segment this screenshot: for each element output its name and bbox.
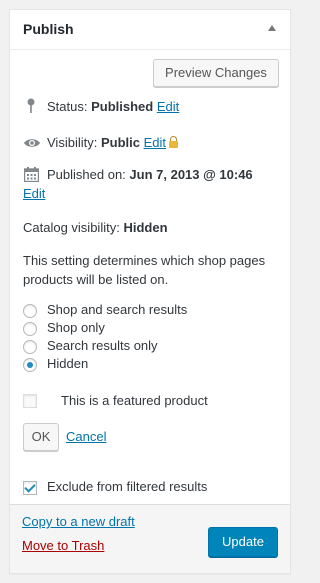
radio-option-label[interactable]: Hidden: [47, 356, 88, 371]
publish-header[interactable]: Publish: [10, 10, 290, 50]
radio-option-label[interactable]: Search results only: [47, 338, 158, 353]
radio-option-label[interactable]: Shop only: [47, 320, 105, 335]
radio-button[interactable]: [23, 304, 37, 318]
eye-icon: [24, 139, 40, 147]
radio-button[interactable]: [23, 340, 37, 354]
collapse-arrow-icon[interactable]: [268, 25, 276, 31]
published-row: Published on: Jun 7, 2013 @ 10:46: [47, 167, 253, 182]
update-button[interactable]: Update: [208, 527, 278, 557]
status-label: Status:: [47, 99, 88, 114]
cancel-link[interactable]: Cancel: [66, 429, 106, 444]
publish-box: Publish Preview Changes Status: Publishe…: [9, 9, 291, 574]
radio-button[interactable]: [23, 322, 37, 336]
published-value: Jun 7, 2013 @ 10:46: [129, 167, 253, 182]
status-edit-link[interactable]: Edit: [157, 99, 179, 114]
ok-button[interactable]: OK: [23, 423, 59, 451]
exclude-filtered-label: Exclude from filtered results: [47, 479, 208, 494]
move-to-trash-link[interactable]: Move to Trash: [22, 538, 104, 553]
visibility-label: Visibility:: [47, 135, 98, 150]
lock-icon: [169, 136, 179, 148]
catalog-description: This setting determines which shop pages…: [23, 253, 266, 287]
status-row: Status: Published Edit: [47, 99, 179, 114]
publish-title: Publish: [23, 21, 74, 37]
pin-icon: [27, 98, 35, 113]
calendar-icon: [24, 167, 39, 182]
catalog-visibility-label: Catalog visibility:: [23, 220, 120, 235]
featured-label: This is a featured product: [61, 393, 208, 408]
radio-option-label[interactable]: Shop and search results: [47, 302, 187, 317]
catalog-visibility-value: Hidden: [123, 220, 168, 235]
copy-draft-link[interactable]: Copy to a new draft: [22, 514, 135, 529]
published-edit-link[interactable]: Edit: [23, 186, 45, 201]
status-value: Published: [91, 99, 154, 114]
exclude-filtered-checkbox[interactable]: [23, 481, 37, 495]
visibility-row: Visibility: Public Edit: [47, 135, 179, 150]
radio-button[interactable]: [23, 358, 37, 372]
catalog-visibility-row: Catalog visibility: Hidden: [23, 220, 168, 235]
featured-checkbox[interactable]: [23, 394, 37, 408]
visibility-edit-link[interactable]: Edit: [144, 135, 166, 150]
publish-footer: Copy to a new draft Move to Trash Update: [10, 504, 290, 573]
preview-changes-button[interactable]: Preview Changes: [153, 59, 279, 87]
visibility-value: Public: [100, 135, 140, 150]
published-label: Published on:: [47, 167, 126, 182]
